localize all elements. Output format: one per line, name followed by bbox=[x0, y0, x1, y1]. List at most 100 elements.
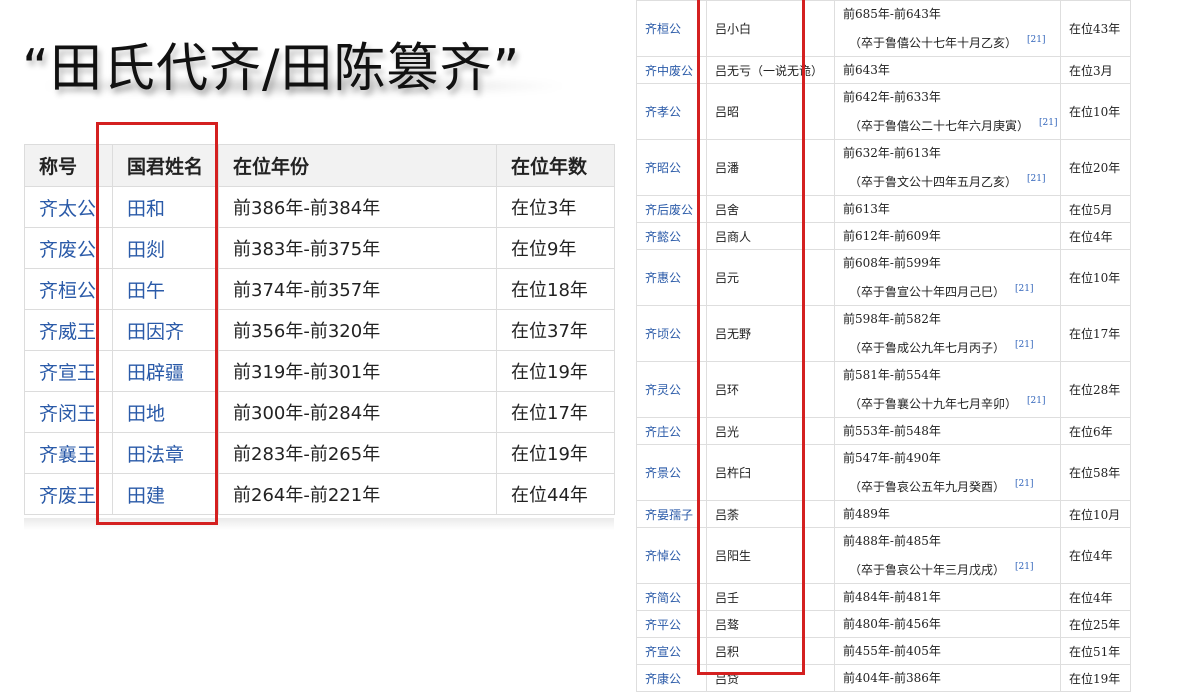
reign-years-text: 前404年-前386年 bbox=[843, 671, 941, 685]
reign-length-cell: 在位43年 bbox=[1060, 0, 1131, 57]
reign-length-cell: 在位10月 bbox=[1060, 500, 1131, 528]
slide-title: “田氏代齐/田陈篡齐” bbox=[22, 39, 521, 99]
reign-years-cell: 前383年-前375年 bbox=[218, 227, 497, 269]
ruler-title-link[interactable]: 齐简公 bbox=[636, 583, 707, 611]
reign-length-cell: 在位51年 bbox=[1060, 637, 1131, 665]
reign-length-cell: 在位18年 bbox=[496, 268, 615, 310]
reign-length-cell: 在位17年 bbox=[1060, 305, 1131, 362]
reign-length-cell: 在位9年 bbox=[496, 227, 615, 269]
header-reign-years: 在位年份 bbox=[218, 144, 497, 187]
reign-length-cell: 在位19年 bbox=[496, 350, 615, 392]
reign-years-cell: 前488年-前485年 （卒于鲁哀公十年三月戊戌） [21] bbox=[834, 527, 1061, 584]
reign-years-cell: 前319年-前301年 bbox=[218, 350, 497, 392]
reign-years-text: 前553年-前548年 bbox=[843, 424, 941, 438]
reign-years-cell: 前374年-前357年 bbox=[218, 268, 497, 310]
reign-length-cell: 在位25年 bbox=[1060, 610, 1131, 638]
reign-length-cell: 在位37年 bbox=[496, 309, 615, 351]
reign-years-cell: 前455年-前405年 bbox=[834, 637, 1061, 665]
reign-length-cell: 在位3年 bbox=[496, 186, 615, 228]
reign-years-cell: 前386年-前384年 bbox=[218, 186, 497, 228]
ruler-title-link[interactable]: 齐晏孺子 bbox=[636, 500, 707, 528]
reference-link[interactable]: [21] bbox=[1015, 479, 1033, 489]
death-date-note: （卒于鲁哀公十年三月戊戌） bbox=[849, 563, 1006, 577]
ruler-title-link[interactable]: 齐后废公 bbox=[636, 195, 707, 223]
reign-years-cell: 前484年-前481年 bbox=[834, 583, 1061, 611]
reign-length-cell: 在位44年 bbox=[496, 473, 615, 515]
reign-years-text: 前613年 bbox=[843, 202, 890, 216]
death-date-note: （卒于鲁成公九年七月丙子） bbox=[849, 341, 1006, 355]
reign-length-cell: 在位28年 bbox=[1060, 361, 1131, 418]
reign-years-cell: 前608年-前599年 （卒于鲁宣公十年四月己巳） [21] bbox=[834, 249, 1061, 306]
ruler-title-link[interactable]: 齐景公 bbox=[636, 444, 707, 501]
highlight-box-right bbox=[697, 0, 805, 675]
reign-years-text: 前643年 bbox=[843, 63, 890, 77]
reign-length-cell: 在位10年 bbox=[1060, 83, 1131, 140]
reference-link[interactable]: [21] bbox=[1027, 396, 1045, 406]
ruler-title-link[interactable]: 齐惠公 bbox=[636, 249, 707, 306]
reign-years-cell: 前480年-前456年 bbox=[834, 610, 1061, 638]
reign-length-cell: 在位19年 bbox=[496, 432, 615, 474]
reign-years-cell: 前264年-前221年 bbox=[218, 473, 497, 515]
reign-length-cell: 在位3月 bbox=[1060, 56, 1131, 84]
reign-years-cell: 前283年-前265年 bbox=[218, 432, 497, 474]
reign-years-cell: 前356年-前320年 bbox=[218, 309, 497, 351]
ruler-title-link[interactable]: 齐庄公 bbox=[636, 417, 707, 445]
ruler-title-link[interactable]: 齐桓公 bbox=[636, 0, 707, 57]
death-date-note: （卒于鲁僖公十七年十月乙亥） bbox=[849, 36, 1018, 50]
header-reign-length: 在位年数 bbox=[496, 144, 615, 187]
reign-years-text: 前598年-前582年 bbox=[843, 312, 941, 326]
reign-years-text: 前642年-前633年 bbox=[843, 90, 941, 104]
highlight-box-left bbox=[96, 122, 218, 525]
reign-years-text: 前489年 bbox=[843, 507, 890, 521]
reign-years-cell: 前612年-前609年 bbox=[834, 222, 1061, 250]
ruler-title-link[interactable]: 齐平公 bbox=[636, 610, 707, 638]
reign-length-cell: 在位58年 bbox=[1060, 444, 1131, 501]
reign-years-text: 前612年-前609年 bbox=[843, 229, 941, 243]
reign-years-cell: 前553年-前548年 bbox=[834, 417, 1061, 445]
reign-years-cell: 前642年-前633年 （卒于鲁僖公二十七年六月庚寅） [21] bbox=[834, 83, 1061, 140]
reign-years-cell: 前404年-前386年 bbox=[834, 664, 1061, 692]
reign-years-text: 前547年-前490年 bbox=[843, 451, 941, 465]
ruler-title-link[interactable]: 齐懿公 bbox=[636, 222, 707, 250]
reign-years-text: 前480年-前456年 bbox=[843, 617, 941, 631]
reign-years-text: 前488年-前485年 bbox=[843, 534, 941, 548]
ruler-title-link[interactable]: 齐宣公 bbox=[636, 637, 707, 665]
reference-link[interactable]: [21] bbox=[1015, 562, 1033, 572]
death-date-note: （卒于鲁僖公二十七年六月庚寅） bbox=[849, 119, 1030, 133]
reign-years-cell: 前685年-前643年 （卒于鲁僖公十七年十月乙亥） [21] bbox=[834, 0, 1061, 57]
reign-length-cell: 在位4年 bbox=[1060, 527, 1131, 584]
reference-link[interactable]: [21] bbox=[1039, 118, 1057, 128]
ruler-title-link[interactable]: 齐昭公 bbox=[636, 139, 707, 196]
reign-years-cell: 前300年-前284年 bbox=[218, 391, 497, 433]
reign-years-cell: 前613年 bbox=[834, 195, 1061, 223]
reign-years-text: 前484年-前481年 bbox=[843, 590, 941, 604]
death-date-note: （卒于鲁宣公十年四月己巳） bbox=[849, 285, 1006, 299]
death-date-note: （卒于鲁襄公十九年七月辛卯） bbox=[849, 397, 1018, 411]
reference-link[interactable]: [21] bbox=[1015, 284, 1033, 294]
reign-years-text: 前455年-前405年 bbox=[843, 644, 941, 658]
ruler-title-link[interactable]: 齐灵公 bbox=[636, 361, 707, 418]
ruler-title-link[interactable]: 齐康公 bbox=[636, 664, 707, 692]
reference-link[interactable]: [21] bbox=[1027, 174, 1045, 184]
ruler-title-link[interactable]: 齐悼公 bbox=[636, 527, 707, 584]
reign-length-cell: 在位17年 bbox=[496, 391, 615, 433]
reign-years-cell: 前547年-前490年 （卒于鲁哀公五年九月癸酉） [21] bbox=[834, 444, 1061, 501]
reign-years-cell: 前598年-前582年 （卒于鲁成公九年七月丙子） [21] bbox=[834, 305, 1061, 362]
reign-years-text: 前685年-前643年 bbox=[843, 7, 941, 21]
reign-years-text: 前581年-前554年 bbox=[843, 368, 941, 382]
reign-length-cell: 在位19年 bbox=[1060, 664, 1131, 692]
reign-length-cell: 在位10年 bbox=[1060, 249, 1131, 306]
reign-years-cell: 前581年-前554年 （卒于鲁襄公十九年七月辛卯） [21] bbox=[834, 361, 1061, 418]
ruler-title-link[interactable]: 齐孝公 bbox=[636, 83, 707, 140]
death-date-note: （卒于鲁哀公五年九月癸酉） bbox=[849, 480, 1006, 494]
reference-link[interactable]: [21] bbox=[1015, 340, 1033, 350]
ruler-title-link[interactable]: 齐中废公 bbox=[636, 56, 707, 84]
reference-link[interactable]: [21] bbox=[1027, 35, 1045, 45]
death-date-note: （卒于鲁文公十四年五月乙亥） bbox=[849, 175, 1018, 189]
ruler-title-link[interactable]: 齐顷公 bbox=[636, 305, 707, 362]
reign-years-cell: 前632年-前613年 （卒于鲁文公十四年五月乙亥） [21] bbox=[834, 139, 1061, 196]
reign-length-cell: 在位6年 bbox=[1060, 417, 1131, 445]
reign-years-cell: 前489年 bbox=[834, 500, 1061, 528]
reign-years-text: 前632年-前613年 bbox=[843, 146, 941, 160]
reign-years-text: 前608年-前599年 bbox=[843, 256, 941, 270]
